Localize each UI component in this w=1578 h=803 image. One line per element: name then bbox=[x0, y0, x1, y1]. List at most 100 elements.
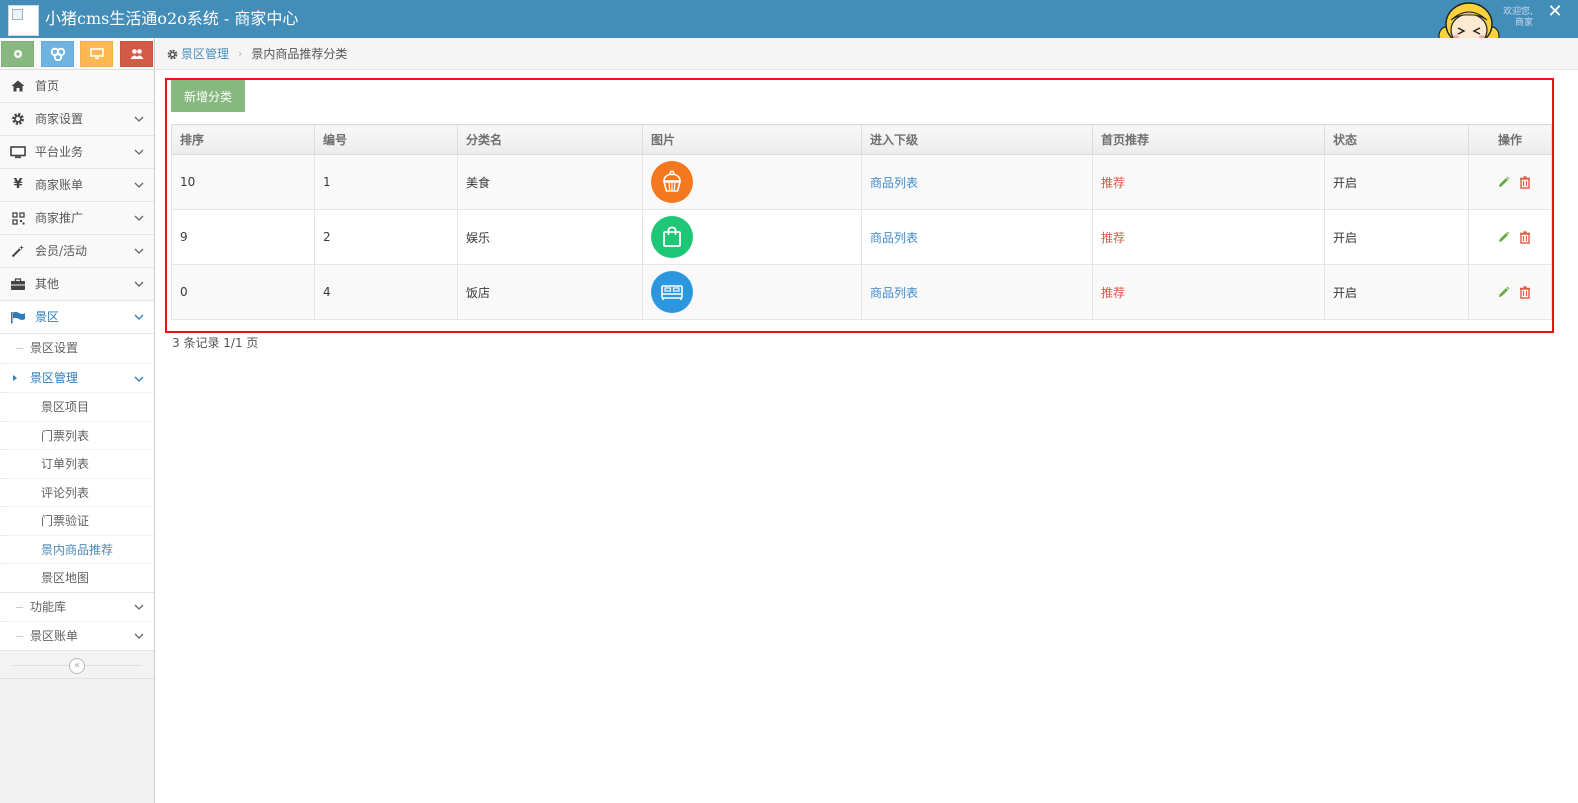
sidebar-item-label: 平台业务 bbox=[35, 145, 84, 159]
cell-actions bbox=[1468, 209, 1552, 265]
chevron-down-icon bbox=[134, 103, 144, 135]
cell-name: 娱乐 bbox=[457, 209, 643, 265]
users-icon bbox=[130, 49, 143, 59]
column-header-sublevel: 进入下级 bbox=[861, 124, 1093, 155]
sidebar-item-label: 其他 bbox=[35, 277, 60, 291]
cell-recommend[interactable]: 推荐 bbox=[1092, 154, 1325, 210]
shortcut-share-button[interactable] bbox=[41, 41, 74, 67]
sidebar-item-order-list[interactable]: 订单列表 bbox=[0, 449, 154, 478]
sidebar-collapse-bar: « bbox=[0, 650, 154, 679]
breadcrumb: 景区管理 › 景内商品推荐分类 bbox=[156, 38, 1578, 70]
edit-pencil-icon[interactable] bbox=[1497, 231, 1510, 244]
sidebar-item-members[interactable]: 会员/活动 bbox=[0, 235, 154, 268]
cell-image bbox=[642, 264, 862, 320]
sidebar-item-scenic-projects[interactable]: 景区项目 bbox=[0, 392, 154, 421]
gear-icon bbox=[13, 50, 22, 58]
category-table: 排序 编号 分类名 图片 进入下级 首页推荐 状态 操作 10 1 美食 商品列… bbox=[171, 124, 1552, 320]
sidebar-item-scenic-management[interactable]: 景区管理 bbox=[0, 363, 154, 392]
chevron-down-icon bbox=[134, 136, 144, 168]
sidebar-shortcuts bbox=[0, 38, 154, 70]
qrcode-icon bbox=[10, 202, 26, 234]
edit-pencil-icon[interactable] bbox=[1497, 286, 1510, 299]
cell-id: 1 bbox=[314, 154, 458, 210]
top-navbar: 小猪cms生活通o2o系统 - 商家中心 欢迎您, 商家 ✕ bbox=[0, 0, 1578, 47]
sidebar-item-label: 景区设置 bbox=[30, 341, 79, 355]
chevron-down-icon bbox=[134, 364, 144, 393]
sidebar-item-scenic-map[interactable]: 景区地图 bbox=[0, 563, 154, 592]
sidebar-item-ticket-verify[interactable]: 门票验证 bbox=[0, 506, 154, 535]
sidebar-item-label: 会员/活动 bbox=[35, 244, 88, 258]
flag-icon bbox=[10, 301, 26, 333]
delete-trash-icon[interactable] bbox=[1519, 285, 1531, 299]
sidebar-item-scenic-bill[interactable]: 景区账单 bbox=[0, 620, 154, 651]
shortcut-settings-button[interactable] bbox=[1, 41, 34, 67]
chevron-down-icon bbox=[134, 593, 144, 622]
sidebar-item-home[interactable]: 首页 bbox=[0, 70, 154, 103]
sidebar-item-label: 商家推广 bbox=[35, 211, 84, 225]
sidebar-item-product-recommend[interactable]: 景内商品推荐 bbox=[0, 534, 154, 564]
sidebar-item-label: 商家账单 bbox=[35, 178, 84, 192]
app-title: 小猪cms生活通o2o系统 - 商家中心 bbox=[45, 9, 299, 28]
delete-trash-icon[interactable] bbox=[1519, 175, 1531, 189]
column-header-status: 状态 bbox=[1324, 124, 1469, 155]
chevron-down-icon bbox=[134, 301, 144, 333]
add-category-button[interactable]: 新增分类 bbox=[171, 80, 245, 112]
sidebar-item-scenic[interactable]: 景区 bbox=[0, 301, 154, 334]
chevron-down-icon bbox=[134, 169, 144, 201]
magic-wand-icon bbox=[10, 235, 26, 267]
sidebar-item-review-list[interactable]: 评论列表 bbox=[0, 477, 154, 507]
cell-image bbox=[642, 154, 862, 210]
table-row: 9 2 娱乐 商品列表 推荐 开启 bbox=[171, 209, 1552, 265]
column-header-image: 图片 bbox=[642, 124, 862, 155]
edit-pencil-icon[interactable] bbox=[1497, 176, 1510, 189]
gear-icon bbox=[167, 49, 178, 59]
sidebar-item-platform[interactable]: 平台业务 bbox=[0, 136, 154, 169]
shopping-bag-icon bbox=[651, 216, 693, 258]
cell-recommend[interactable]: 推荐 bbox=[1092, 264, 1325, 320]
table-row: 0 4 饭店 商品列表 推荐 开启 bbox=[171, 264, 1552, 320]
shortcut-users-button[interactable] bbox=[120, 41, 153, 67]
cell-name: 美食 bbox=[457, 154, 643, 210]
sidebar-item-function-lib[interactable]: 功能库 bbox=[0, 591, 154, 622]
cell-recommend[interactable]: 推荐 bbox=[1092, 209, 1325, 265]
delete-trash-icon[interactable] bbox=[1519, 230, 1531, 244]
goods-list-link[interactable]: 商品列表 bbox=[861, 154, 1093, 210]
logo-image bbox=[8, 5, 39, 36]
breadcrumb-current: 景内商品推荐分类 bbox=[251, 47, 348, 61]
cell-status: 开启 bbox=[1324, 209, 1469, 265]
close-icon[interactable]: ✕ bbox=[1545, 3, 1565, 23]
chevron-down-icon bbox=[134, 235, 144, 267]
cell-name: 饭店 bbox=[457, 264, 643, 320]
column-header-recommend: 首页推荐 bbox=[1092, 124, 1325, 155]
sidebar-item-merchant-settings[interactable]: 商家设置 bbox=[0, 103, 154, 136]
table-row: 10 1 美食 商品列表 推荐 开启 bbox=[171, 154, 1552, 210]
column-header-sort: 排序 bbox=[171, 124, 315, 155]
breadcrumb-separator: › bbox=[238, 47, 243, 60]
sidebar: 首页 商家设置 平台业务 ¥ 商家账单 商家推广 会员/活动 其他 景区 景区设… bbox=[0, 38, 155, 803]
sidebar-item-ticket-list[interactable]: 门票列表 bbox=[0, 420, 154, 450]
bed-icon bbox=[651, 271, 693, 313]
goods-list-link[interactable]: 商品列表 bbox=[861, 209, 1093, 265]
scenic-submenu: 景区设置 景区管理 景区项目 门票列表 订单列表 评论列表 门票验证 景内商品推… bbox=[0, 334, 154, 651]
collapse-sidebar-button[interactable]: « bbox=[69, 657, 85, 674]
monitor-icon bbox=[10, 136, 26, 168]
chevron-down-icon bbox=[134, 622, 144, 651]
goods-list-link[interactable]: 商品列表 bbox=[861, 264, 1093, 320]
breadcrumb-parent-link[interactable]: 景区管理 bbox=[181, 38, 229, 70]
cell-id: 2 bbox=[314, 209, 458, 265]
pagination-info: 3 条记录 1/1 页 bbox=[172, 336, 259, 350]
sidebar-item-promotion[interactable]: 商家推广 bbox=[0, 202, 154, 235]
cell-actions bbox=[1468, 154, 1552, 210]
sidebar-item-label: 景区管理 bbox=[30, 371, 79, 385]
briefcase-icon bbox=[10, 268, 26, 300]
sidebar-item-label: 商家设置 bbox=[35, 112, 84, 126]
cupcake-icon bbox=[651, 161, 693, 203]
cell-status: 开启 bbox=[1324, 264, 1469, 320]
home-icon bbox=[10, 70, 26, 102]
sidebar-item-scenic-settings[interactable]: 景区设置 bbox=[0, 334, 154, 363]
sidebar-item-label: 景区 bbox=[35, 310, 60, 324]
column-header-actions: 操作 bbox=[1468, 124, 1552, 155]
sidebar-item-other[interactable]: 其他 bbox=[0, 268, 154, 301]
sidebar-item-merchant-bill[interactable]: ¥ 商家账单 bbox=[0, 169, 154, 202]
shortcut-monitor-button[interactable] bbox=[80, 41, 113, 67]
